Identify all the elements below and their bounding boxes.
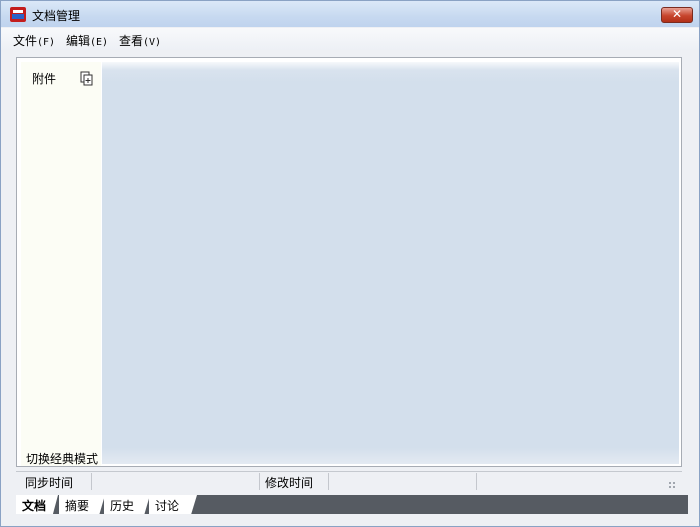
modified-time-label: 修改时间	[265, 476, 314, 490]
tab-discussion[interactable]: 讨论	[149, 495, 197, 514]
tab-document[interactable]: 文档	[16, 495, 58, 514]
add-attachment-icon[interactable]	[80, 71, 94, 86]
tab-document-label: 文档	[22, 499, 47, 513]
tab-history[interactable]: 历史	[104, 495, 150, 514]
attachment-sidebar: 附件 切换经典模式	[21, 62, 101, 466]
document-manager-window: 文档管理 ✕ 文件(F) 编辑(E) 查看(V) 附件 切换经典模式 同步时间	[0, 0, 700, 527]
menu-edit-accel: (E)	[90, 37, 109, 48]
sync-time-label: 同步时间	[25, 476, 74, 490]
menu-edit[interactable]: 编辑(E)	[66, 32, 108, 49]
menu-view-label: 查看	[119, 34, 144, 48]
menu-bar: 文件(F) 编辑(E) 查看(V)	[1, 28, 699, 50]
document-content-area[interactable]	[102, 62, 679, 464]
menu-edit-label: 编辑	[66, 34, 91, 48]
menu-file-accel: (F)	[37, 37, 56, 48]
main-frame: 附件 切换经典模式	[16, 57, 682, 467]
status-bar: 同步时间 修改时间	[16, 471, 682, 491]
tab-discussion-label: 讨论	[155, 499, 180, 513]
menu-view[interactable]: 查看(V)	[119, 32, 161, 49]
title-bar[interactable]: 文档管理 ✕	[1, 1, 699, 27]
menu-file-label: 文件	[13, 34, 38, 48]
bottom-tab-bar: 文档 摘要 历史 讨论	[16, 495, 688, 514]
tab-history-label: 历史	[110, 499, 135, 513]
tab-summary-label: 摘要	[65, 499, 90, 513]
resize-grip-icon[interactable]	[668, 481, 676, 489]
switch-classic-mode-link[interactable]: 切换经典模式	[26, 450, 98, 467]
close-button[interactable]: ✕	[661, 7, 693, 23]
menu-file[interactable]: 文件(F)	[13, 32, 55, 49]
attachment-title: 附件	[32, 72, 57, 86]
window-title: 文档管理	[32, 9, 81, 23]
tab-summary[interactable]: 摘要	[59, 495, 105, 514]
app-logo-icon	[10, 7, 26, 22]
menu-view-accel: (V)	[143, 37, 162, 48]
